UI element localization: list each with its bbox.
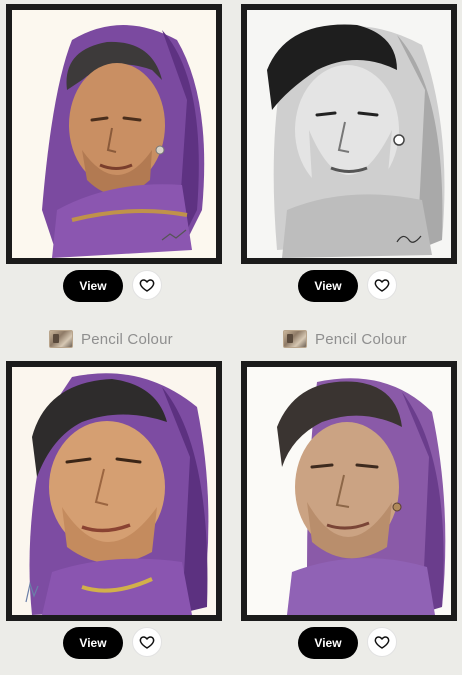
category-label[interactable]: Pencil Colour — [49, 327, 173, 351]
favorite-button[interactable] — [367, 627, 397, 657]
card-actions: View — [6, 627, 222, 661]
heart-icon — [374, 636, 390, 649]
view-button[interactable]: View — [63, 627, 123, 659]
artwork-frame[interactable] — [241, 361, 457, 621]
portrait-illustration — [12, 10, 216, 258]
artwork-frame[interactable] — [6, 361, 222, 621]
category-name: Pencil Colour — [315, 330, 407, 348]
favorite-button[interactable] — [132, 627, 162, 657]
category-label[interactable]: Pencil Colour — [283, 327, 407, 351]
favorite-button[interactable] — [367, 270, 397, 300]
category-thumbnail-icon — [283, 330, 307, 348]
portrait-illustration — [12, 367, 216, 615]
category-name: Pencil Colour — [81, 330, 173, 348]
card-actions: View — [6, 270, 222, 304]
artwork-image — [247, 10, 451, 258]
artwork-frame[interactable] — [241, 4, 457, 264]
category-thumbnail-icon — [49, 330, 73, 348]
view-button[interactable]: View — [63, 270, 123, 302]
artwork-image — [12, 367, 216, 615]
portrait-illustration — [247, 10, 451, 258]
favorite-button[interactable] — [132, 270, 162, 300]
portrait-illustration — [247, 367, 451, 615]
heart-icon — [139, 636, 155, 649]
artwork-image — [12, 10, 216, 258]
card-actions: View — [241, 270, 457, 304]
heart-icon — [139, 279, 155, 292]
view-button[interactable]: View — [298, 627, 358, 659]
artwork-image — [247, 367, 451, 615]
card-actions: View — [241, 627, 457, 661]
view-button[interactable]: View — [298, 270, 358, 302]
artwork-frame[interactable] — [6, 4, 222, 264]
heart-icon — [374, 279, 390, 292]
